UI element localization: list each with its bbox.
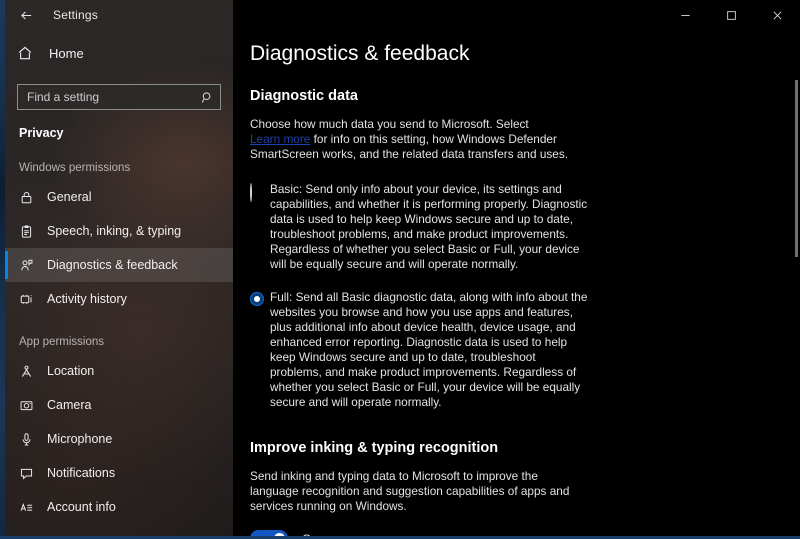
- radio-label-basic: Basic: Send only info about your device,…: [270, 182, 588, 271]
- sidebar-item-label: Notifications: [47, 466, 116, 480]
- sidebar-item-speech-inking-typing[interactable]: Speech, inking, & typing: [5, 214, 233, 248]
- feedback-person-icon: [19, 258, 45, 273]
- radio-label-full: Full: Send all Basic diagnostic data, al…: [270, 290, 588, 409]
- home-icon: [17, 45, 45, 61]
- sidebar-group-header-app-permissions: App permissions: [19, 336, 105, 348]
- search-input[interactable]: [27, 90, 201, 104]
- search-box[interactable]: [17, 84, 221, 110]
- sidebar-group-header-windows-permissions: Windows permissions: [19, 162, 131, 174]
- clipboard-icon: [19, 224, 45, 239]
- sidebar: Home Privacy Windows permissions General: [5, 0, 233, 539]
- lock-icon: [19, 190, 45, 205]
- title-bar: Settings: [5, 0, 800, 30]
- learn-more-link[interactable]: Learn more: [250, 132, 310, 146]
- back-button[interactable]: [5, 0, 47, 30]
- sidebar-item-label: Speech, inking, & typing: [47, 224, 182, 238]
- inking-typing-description: Send inking and typing data to Microsoft…: [250, 469, 570, 513]
- content-scrollbar-thumb[interactable]: [795, 80, 798, 257]
- activity-history-icon: [19, 292, 45, 307]
- sidebar-item-camera[interactable]: Camera: [5, 388, 233, 422]
- radio-mark-full[interactable]: [250, 292, 270, 306]
- sidebar-item-diagnostics-feedback[interactable]: Diagnostics & feedback: [5, 248, 233, 282]
- camera-icon: [19, 398, 45, 413]
- search-icon[interactable]: [201, 91, 214, 104]
- page-title: Diagnostics & feedback: [250, 42, 470, 65]
- sidebar-item-label: General: [47, 190, 92, 204]
- main-content: Diagnostics & feedback Diagnostic data C…: [233, 30, 800, 539]
- notification-balloon-icon: [19, 466, 45, 481]
- account-info-icon: [19, 500, 45, 515]
- radio-option-full[interactable]: Full: Send all Basic diagnostic data, al…: [250, 290, 590, 410]
- sidebar-item-activity-history[interactable]: Activity history: [5, 282, 233, 316]
- sidebar-category-title: Privacy: [19, 126, 64, 140]
- microphone-icon: [19, 432, 45, 447]
- close-button[interactable]: [754, 0, 800, 30]
- sidebar-item-label: Account info: [47, 500, 116, 514]
- sidebar-item-home[interactable]: Home: [5, 36, 233, 70]
- window-controls: [662, 0, 800, 30]
- sidebar-item-label: Camera: [47, 398, 92, 412]
- location-person-icon: [19, 364, 45, 379]
- settings-window: Home Privacy Windows permissions General: [0, 0, 800, 539]
- radio-option-basic[interactable]: Basic: Send only info about your device,…: [250, 182, 590, 272]
- radio-circle-selected-icon: [250, 292, 264, 306]
- section-title-diagnostic-data: Diagnostic data: [250, 88, 358, 104]
- sidebar-item-label: Diagnostics & feedback: [47, 258, 178, 272]
- sidebar-item-label: Microphone: [47, 432, 113, 446]
- window-title: Settings: [53, 8, 98, 22]
- radio-circle-unselected-icon: [250, 183, 252, 202]
- minimize-button[interactable]: [662, 0, 708, 30]
- sidebar-item-location[interactable]: Location: [5, 354, 233, 388]
- sidebar-item-general[interactable]: General: [5, 180, 233, 214]
- sidebar-home-label: Home: [49, 45, 84, 61]
- description-text-before-link: Choose how much data you send to Microso…: [250, 117, 529, 131]
- sidebar-item-account-info[interactable]: Account info: [5, 490, 233, 524]
- sidebar-item-label: Location: [47, 364, 95, 378]
- section-title-inking-typing: Improve inking & typing recognition: [250, 440, 499, 456]
- sidebar-item-label: Activity history: [47, 292, 127, 306]
- radio-mark-basic[interactable]: [250, 183, 270, 202]
- maximize-button[interactable]: [708, 0, 754, 30]
- diagnostic-data-description: Choose how much data you send to Microso…: [250, 117, 580, 162]
- sidebar-item-microphone[interactable]: Microphone: [5, 422, 233, 456]
- sidebar-item-notifications[interactable]: Notifications: [5, 456, 233, 490]
